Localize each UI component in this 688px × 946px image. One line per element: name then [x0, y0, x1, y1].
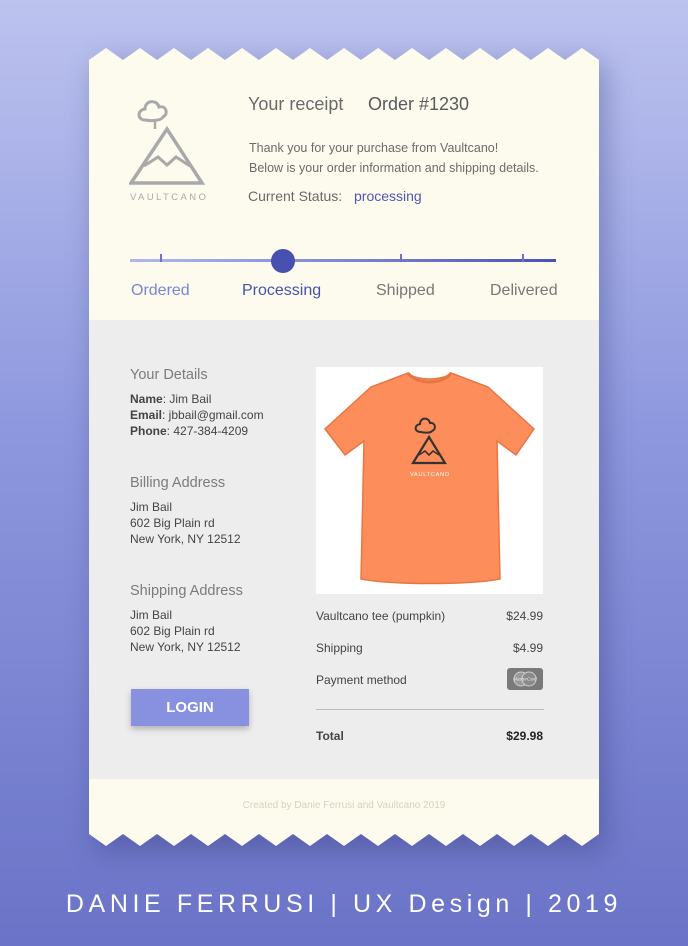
login-button[interactable]: LOGIN — [131, 689, 249, 726]
step-delivered: Delivered — [490, 282, 558, 299]
shipping-line: Jim Bail — [130, 608, 173, 622]
payment-label: Payment method — [316, 673, 407, 687]
step-ordered: Ordered — [131, 282, 190, 299]
billing-line: New York, NY 12512 — [130, 532, 241, 546]
card-text: MasterCard — [513, 677, 537, 682]
progress-current-dot — [271, 249, 295, 273]
step-processing: Processing — [242, 282, 322, 299]
detail-name: Name: Jim Bail — [130, 392, 211, 406]
vaultcano-logo-icon — [129, 100, 206, 185]
shipping-cost: $4.99 — [512, 641, 543, 655]
product-name: Vaultcano tee (pumpkin) — [316, 609, 446, 623]
name-label: Name — [130, 392, 163, 406]
detail-email: Email: jbbail@gmail.com — [130, 408, 264, 422]
info-text: Below is your order information and ship… — [249, 161, 539, 175]
shipping-line: 602 Big Plain rd — [130, 624, 215, 638]
progress-tick — [400, 254, 402, 262]
tshirt-icon: VAULTCANO — [323, 371, 535, 585]
phone-value: : 427-384-4209 — [166, 424, 249, 438]
product-price: $24.99 — [506, 609, 543, 623]
total-value: $29.98 — [506, 729, 543, 743]
receipt-title: Your receipt — [248, 94, 344, 114]
order-number: Order #1230 — [368, 94, 470, 114]
receipt: VAULTCANO Your receipt Order #1230 Thank… — [89, 48, 599, 846]
status-value: processing — [354, 188, 422, 204]
name-value: : Jim Bail — [162, 392, 212, 406]
billing-line: Jim Bail — [130, 500, 173, 514]
billing-heading: Billing Address — [130, 475, 226, 491]
status-label: Current Status: — [248, 188, 343, 204]
shipping-line: New York, NY 12512 — [130, 640, 241, 654]
billing-line: 602 Big Plain rd — [130, 516, 215, 530]
divider — [316, 709, 544, 710]
mastercard-icon: MasterCard — [507, 668, 543, 690]
product-image: VAULTCANO — [316, 367, 543, 594]
email-value: : jbbail@gmail.com — [162, 408, 264, 422]
email-label: Email — [130, 408, 163, 422]
progress-tick — [160, 254, 162, 262]
portfolio-banner: DANIE FERRUSI | UX Design | 2019 — [65, 890, 623, 918]
details-heading: Your Details — [130, 367, 208, 383]
footer-credit: Created by Danie Ferrusi and Vaultcano 2… — [242, 800, 446, 811]
progress-tick — [522, 254, 524, 262]
shirt-print-text: VAULTCANO — [410, 472, 450, 478]
progress-track — [130, 259, 556, 262]
shipping-heading: Shipping Address — [130, 583, 243, 599]
thank-you-text: Thank you for your purchase from Vaultca… — [249, 141, 499, 155]
phone-label: Phone — [130, 424, 167, 438]
shipping-label: Shipping — [316, 641, 363, 655]
step-shipped: Shipped — [376, 282, 435, 299]
total-label: Total — [316, 729, 344, 743]
detail-phone: Phone: 427-384-4209 — [130, 424, 248, 438]
logo-wordmark: VAULTCANO — [130, 192, 209, 203]
